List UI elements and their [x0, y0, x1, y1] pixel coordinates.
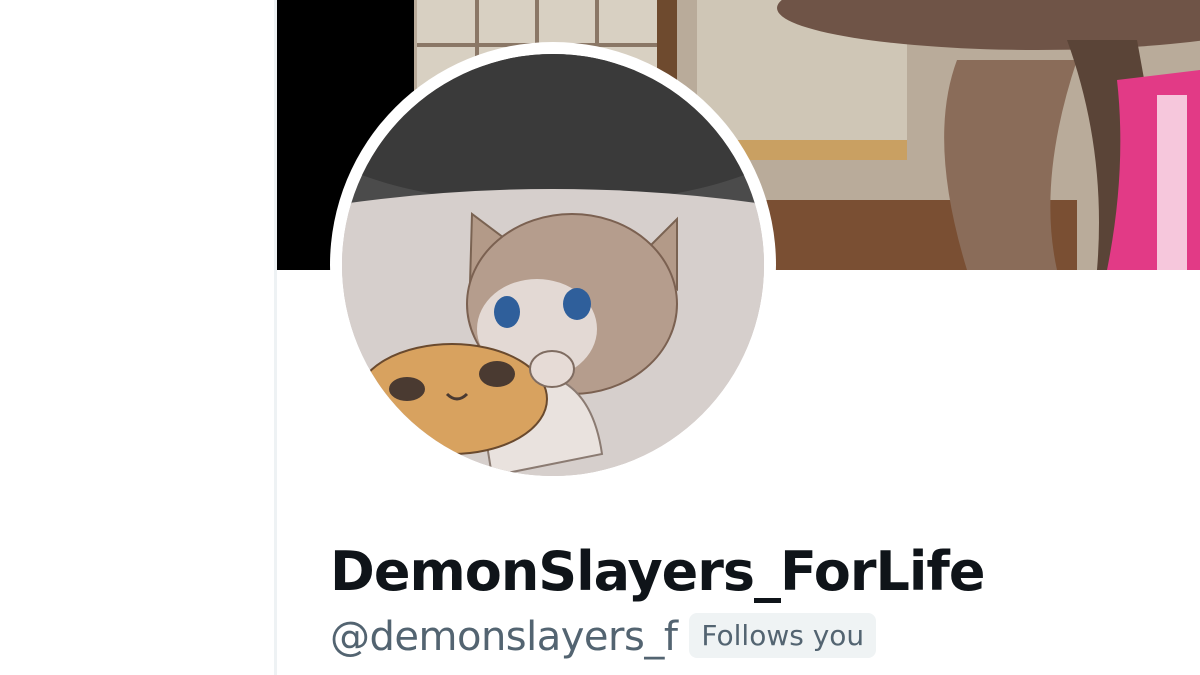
left-gutter	[0, 0, 274, 675]
display-name: DemonSlayers_ForLife	[330, 540, 985, 603]
handle-row: @demonslayers_f Follows you	[330, 612, 877, 660]
avatar-image	[342, 54, 764, 476]
profile-avatar[interactable]	[330, 42, 776, 488]
user-handle: @demonslayers_f	[330, 614, 678, 660]
follows-you-badge: Follows you	[689, 612, 877, 658]
profile-page: DemonSlayers_ForLife @demonslayers_f Fol…	[0, 0, 1200, 675]
